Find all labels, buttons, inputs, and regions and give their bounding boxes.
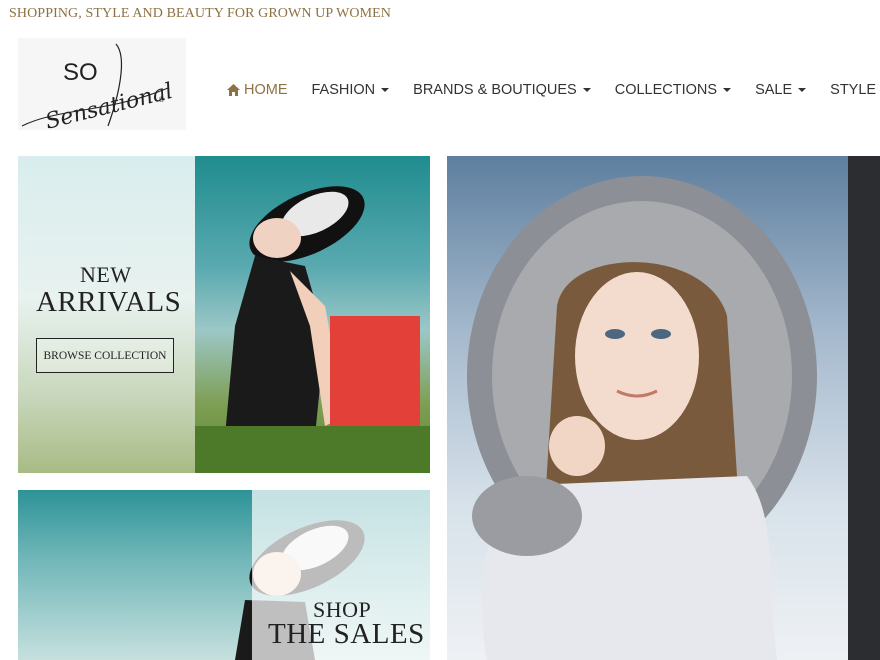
new-arrivals-panel[interactable]: NEW ARRIVALS BROWSE COLLECTION [18,156,430,473]
nav-item-label: HOME [244,82,288,98]
nav-item-brands-boutiques[interactable]: BRANDS & BOUTIQUES [413,82,591,98]
site-tagline: SHOPPING, STYLE AND BEAUTY FOR GROWN UP … [9,6,392,21]
nav-item-label: FASHION [311,82,376,98]
new-arrivals-small-title: NEW [80,262,132,287]
home-icon [227,84,240,96]
caret-down-icon [582,88,591,92]
nav-item-label: STYLE & ADVI [830,82,880,98]
carousel-next-panel[interactable] [848,156,880,660]
caret-down-icon [723,88,732,92]
model-in-hat-image [195,186,430,473]
nav-item-label: COLLECTIONS [614,82,718,98]
caret-down-icon [381,88,390,92]
nav-item-sale[interactable]: SALE [755,82,807,98]
nav-item-style-advice[interactable]: STYLE & ADVI [830,82,880,98]
main-nav: HOME FASHION BRANDS & BOUTIQUES COLLECTI… [227,79,880,101]
shop-sales-panel[interactable]: SHOP THE SALES [18,490,430,660]
nav-item-label: BRANDS & BOUTIQUES [413,82,577,98]
caret-down-icon [798,88,807,92]
site-logo[interactable]: SO Sensational ® [18,38,186,130]
nav-item-home[interactable]: HOME [227,82,288,98]
browse-collection-button[interactable]: BROWSE COLLECTION [36,338,174,373]
new-arrivals-title: ARRIVALS [36,286,182,318]
hero-fur-hood-image[interactable] [447,156,848,660]
logo-registered-mark: ® [158,96,165,104]
logo-line1: SO [63,59,98,86]
nav-item-label: SALE [755,82,793,98]
nav-item-collections[interactable]: COLLECTIONS [614,82,732,98]
sale-title: THE SALES [268,618,425,650]
nav-item-fashion[interactable]: FASHION [312,82,390,98]
